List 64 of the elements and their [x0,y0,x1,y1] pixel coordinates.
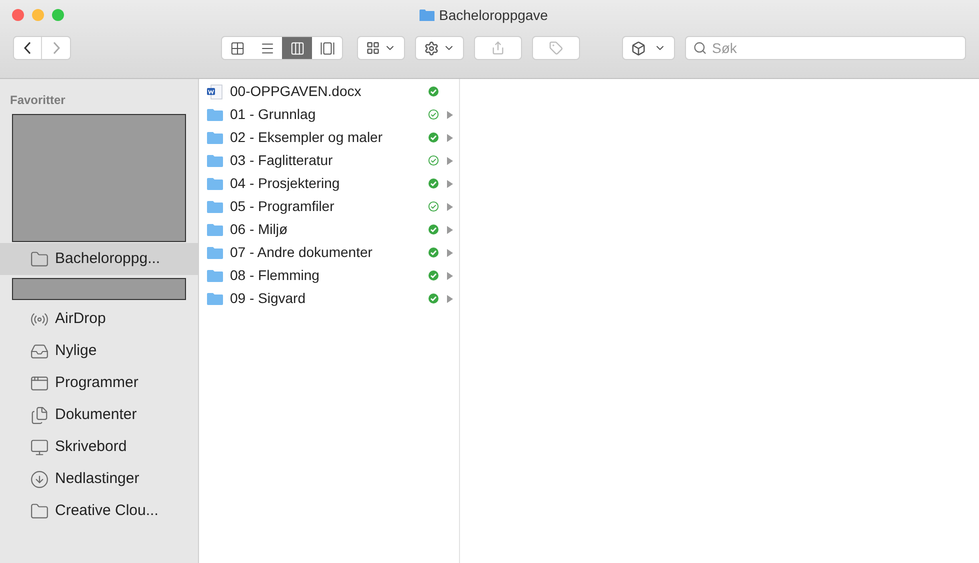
share-icon [491,41,505,55]
sidebar-item[interactable]: Nylige [0,335,198,367]
action-menu-button[interactable] [415,36,464,60]
gallery-icon [320,40,334,56]
folder-icon [206,200,224,214]
app-window-icon [30,374,49,392]
sidebar-item[interactable]: Skrivebord [0,431,198,463]
search-icon [693,41,707,55]
file-row[interactable]: 07 - Andre dokumenter [199,241,459,264]
disclosure-arrow-icon [447,110,453,118]
grid-icon [230,40,244,56]
folder-icon [30,250,49,268]
download-icon [30,470,49,488]
sidebar-item[interactable]: Programmer [0,367,198,399]
file-row[interactable]: 06 - Miljø [199,218,459,241]
sidebar-item[interactable]: AirDrop [0,303,198,335]
folder-icon [206,176,224,190]
tray-icon [30,342,49,360]
group-menu-button[interactable] [357,36,405,60]
file-row[interactable]: 09 - Sigvard [199,287,459,310]
file-row[interactable]: 04 - Prosjektering [199,172,459,195]
disclosure-arrow-icon [447,272,453,280]
sidebar-item[interactable]: Dokumenter [0,399,198,431]
disclosure-arrow-icon [447,134,453,142]
folder-icon [206,154,224,168]
documents-icon [30,406,49,424]
grid-icon [366,41,380,55]
chevron-left-icon [24,42,31,54]
search-field[interactable]: Søk [685,36,966,60]
disclosure-arrow-icon [447,226,453,234]
columns-view-tab[interactable] [282,37,312,59]
folder-icon [30,502,49,520]
disclosure-arrow-icon [447,202,453,210]
file-row[interactable]: 00-OPPGAVEN.docx [199,80,459,103]
file-row[interactable]: 03 - Faglitteratur [199,149,459,172]
file-row[interactable]: 08 - Flemming [199,264,459,287]
gear-icon [424,40,439,56]
word-document-icon [206,84,224,100]
sidebar-item[interactable]: Nedlastinger [0,463,198,495]
box-icon [631,40,646,56]
folder-icon [206,222,224,236]
file-row[interactable]: 02 - Eksempler og maler [199,126,459,149]
disclosure-arrow-icon [447,248,453,256]
folder-icon [206,130,224,144]
chevron-right-icon [52,42,60,54]
dropbox-menu-button[interactable] [622,36,675,60]
columns-icon [290,40,304,56]
tag-icon [549,41,563,55]
window-title: Bacheloroppgave [439,6,548,25]
list-icon [260,40,274,56]
folder-icon [206,292,224,306]
folder-icon [206,246,224,260]
disclosure-arrow-icon [447,156,453,164]
file-row[interactable]: 05 - Programfiler [199,195,459,218]
file-row[interactable]: 01 - Grunnlag [199,103,459,126]
sidebar-item[interactable]: Bacheloroppg... [0,243,198,275]
folder-icon [419,8,435,22]
monitor-icon [30,438,49,456]
disclosure-arrow-icon [447,180,453,188]
disclosure-arrow-icon [447,294,453,302]
folder-icon [206,108,224,122]
folder-icon [206,268,224,282]
sidebar-heading: Favoritter [9,92,66,109]
sidebar-item[interactable]: Creative Clou... [0,495,198,527]
